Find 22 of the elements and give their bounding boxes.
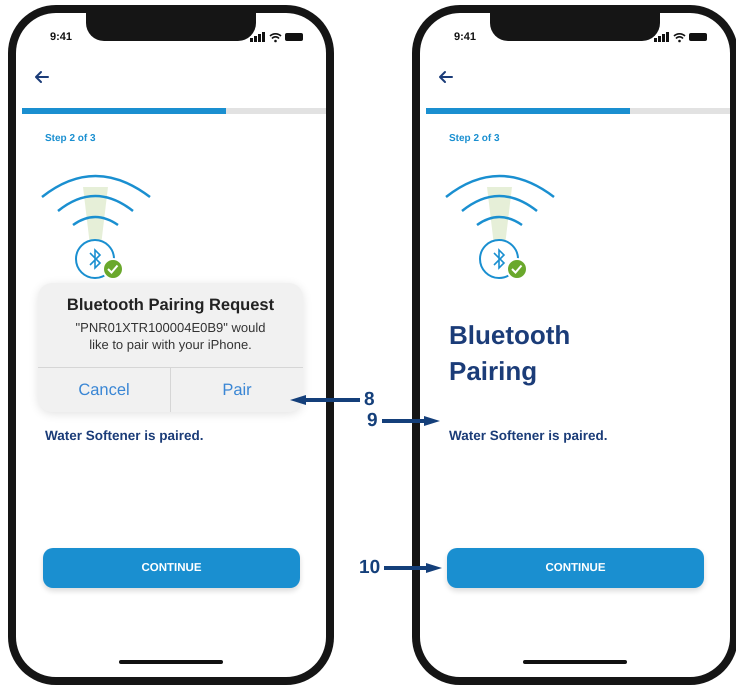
status-message: Water Softener is paired. [45,427,205,445]
continue-button[interactable]: CONTINUE [43,548,300,588]
callout-number: 10 [359,558,380,578]
status-icons [250,31,304,43]
status-message: Water Softener is paired. [449,427,609,445]
dialog-message: "PNR01XTR100004E0B9" would like to pair with your iPhone. [74,319,266,354]
callout-number: 8 [364,390,375,410]
back-arrow-icon[interactable] [438,70,454,84]
callout-arrow [290,395,360,405]
status-time: 9:41 [50,31,72,43]
back-arrow-icon[interactable] [34,70,50,84]
status-time: 9:41 [454,31,476,43]
screen-title: Bluetooth Pairing [449,319,572,388]
continue-button[interactable]: CONTINUE [447,548,704,588]
callout-arrow [382,416,440,426]
dialog-title: Bluetooth Pairing Request [66,295,276,316]
status-icons [654,31,708,43]
step-label: Step 2 of 3 [44,132,97,146]
dialog-button[interactable]: Cancel [38,368,170,412]
callout-arrow [384,563,442,573]
callout-number: 9 [367,411,378,431]
step-label: Step 2 of 3 [448,132,501,146]
